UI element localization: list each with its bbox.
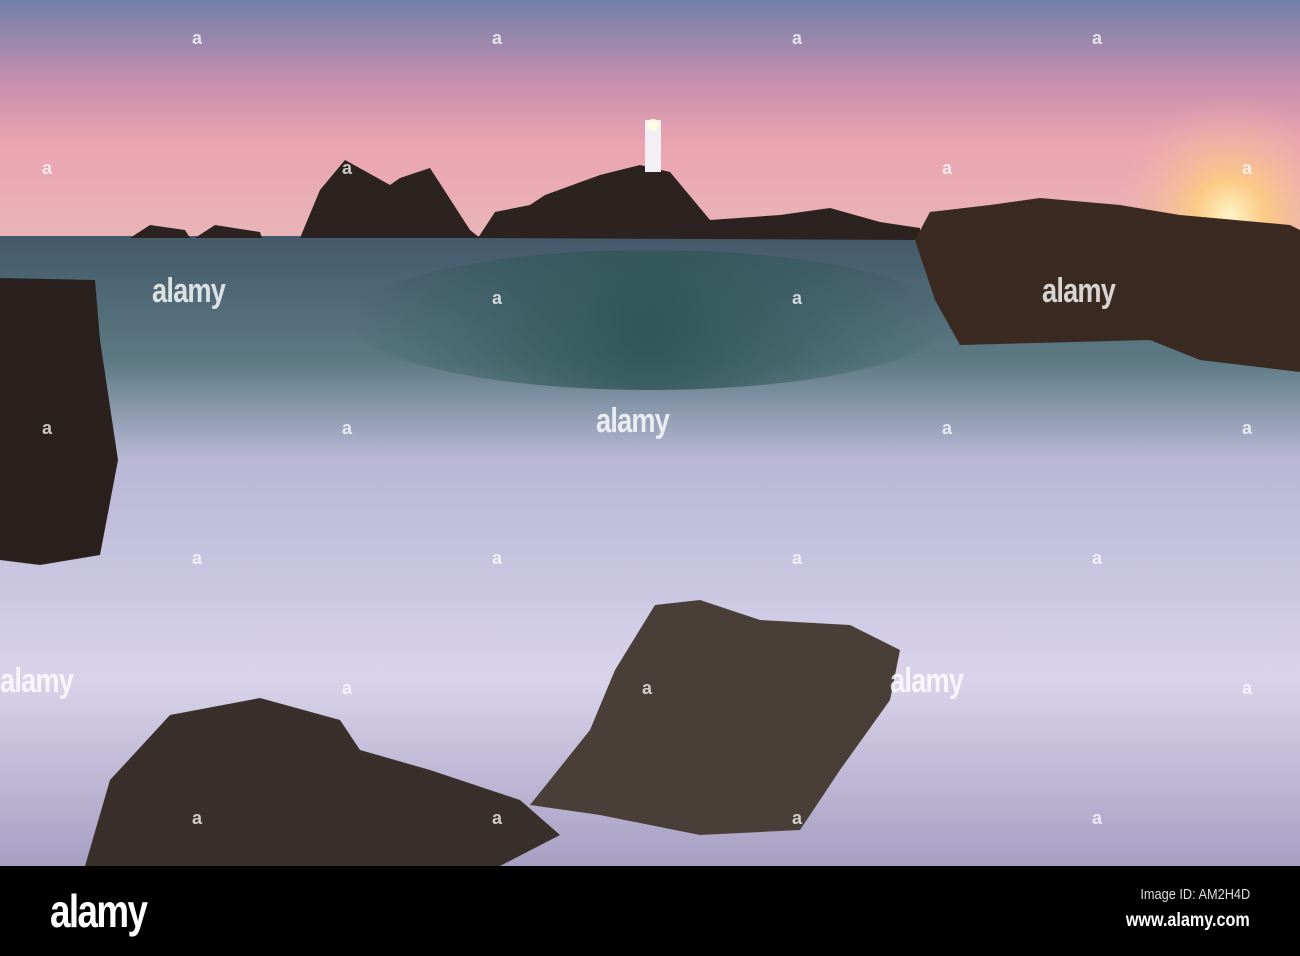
- watermark-mark: a: [342, 678, 353, 698]
- watermark-mark: a: [342, 158, 353, 178]
- watermark-mark: a: [192, 548, 203, 568]
- watermark-mark: a: [192, 808, 203, 828]
- watermark-mark: a: [1242, 158, 1253, 178]
- watermark-mark: a: [942, 418, 953, 438]
- website-link[interactable]: www.alamy.com: [1126, 910, 1250, 932]
- watermark-mark: a: [492, 808, 503, 828]
- watermark: alamy: [890, 662, 964, 700]
- stock-photo: alamy alamy alamy alamy alamy a a a a a …: [0, 0, 1300, 956]
- watermark: alamy: [152, 272, 226, 310]
- watermark-mark: a: [942, 158, 953, 178]
- watermark-mark: a: [1092, 808, 1103, 828]
- footer-bar: alamy Image ID: AM2H4D www.alamy.com: [0, 866, 1300, 956]
- watermark-mark: a: [792, 808, 803, 828]
- breaking-wave: [350, 250, 950, 390]
- watermark-mark: a: [492, 548, 503, 568]
- watermark-mark: a: [42, 418, 53, 438]
- watermark-mark: a: [42, 158, 53, 178]
- watermark-mark: a: [492, 288, 503, 308]
- watermark: alamy: [1042, 272, 1116, 310]
- image-id: Image ID: AM2H4D: [1140, 886, 1250, 903]
- watermark-mark: a: [1092, 28, 1103, 48]
- watermark-mark: a: [642, 678, 653, 698]
- watermark-mark: a: [1242, 678, 1253, 698]
- watermark-mark: a: [192, 28, 203, 48]
- watermark-mark: a: [792, 288, 803, 308]
- watermark-mark: a: [1242, 418, 1253, 438]
- watermark-mark: a: [792, 28, 803, 48]
- watermark-mark: a: [492, 28, 503, 48]
- watermark-mark: a: [792, 548, 803, 568]
- watermark: alamy: [596, 402, 670, 440]
- watermark-mark: a: [342, 418, 353, 438]
- watermark-mark: a: [1092, 548, 1103, 568]
- alamy-logo: alamy: [50, 885, 148, 937]
- watermark: alamy: [0, 662, 74, 700]
